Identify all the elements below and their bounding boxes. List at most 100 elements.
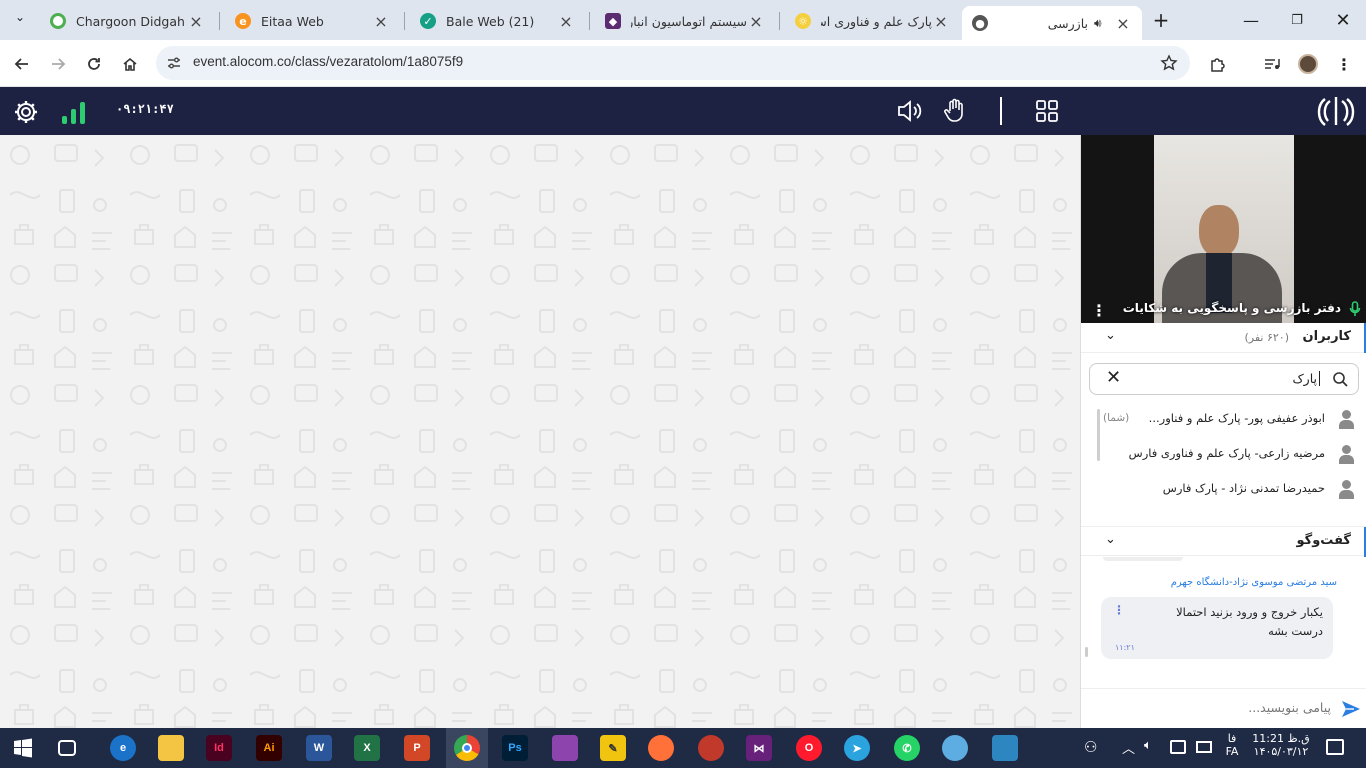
layout-button[interactable]: [1036, 100, 1058, 125]
windows-start-icon[interactable]: [10, 735, 36, 761]
gear-icon: [15, 101, 37, 123]
tab-chargoon[interactable]: Chargoon Didgah ×: [40, 6, 215, 36]
notifications-icon[interactable]: [1326, 739, 1344, 755]
list-item[interactable]: حمیدرضا تمدنی نژاد - پارک فارس: [1081, 473, 1361, 507]
back-button[interactable]: [10, 52, 34, 76]
users-section-header[interactable]: ⌄ کاربران (۶۲۰ نفر): [1081, 323, 1366, 353]
language-indicator[interactable]: فا FA: [1222, 732, 1242, 758]
close-icon[interactable]: ×: [1114, 14, 1132, 33]
send-icon[interactable]: [1341, 699, 1361, 719]
tab-automation[interactable]: ◆ سیستم اتوماسیون انبار ×: [595, 6, 775, 36]
tool-icon[interactable]: ✎: [600, 735, 626, 761]
indesign-icon[interactable]: Id: [206, 735, 232, 761]
close-window-button[interactable]: ✕: [1320, 8, 1366, 34]
omnibox[interactable]: event.alocom.co/class/vezaratolom/1a8075…: [156, 46, 1190, 80]
tab-label: بازرسی: [1047, 15, 1088, 31]
user-name: ابوذر عفیفی پور- پارک علم و فناور...: [1148, 411, 1325, 425]
whiteboard-area[interactable]: [0, 135, 1080, 728]
firefox-icon[interactable]: [648, 735, 674, 761]
chrome-icon[interactable]: [454, 735, 480, 761]
raise-hand-button[interactable]: [942, 98, 968, 127]
list-item[interactable]: مرضیه زارعی- پارک علم و فناوری فارس: [1081, 438, 1361, 472]
chevron-up-icon[interactable]: ︿: [1122, 738, 1135, 757]
list-item[interactable]: (شما) ابوذر عفیفی پور- پارک علم و فناور.…: [1081, 403, 1361, 437]
edge-icon[interactable]: e: [110, 735, 136, 761]
battery-icon[interactable]: [1196, 741, 1212, 753]
extensions-button[interactable]: [1206, 52, 1230, 76]
message-sender: سید مرتضی موسوی نژاد-دانشگاه جهرم: [1170, 577, 1337, 588]
opera-icon[interactable]: O: [796, 735, 822, 761]
file-explorer-icon[interactable]: [158, 735, 184, 761]
network-icon[interactable]: [1170, 740, 1186, 754]
star-icon[interactable]: [1160, 54, 1178, 72]
tab-park[interactable]: ☼ پارک علم و فناوری اس... ×: [785, 6, 960, 36]
tab-eitaa[interactable]: e Eitaa Web ×: [225, 6, 400, 36]
tab-bazresi[interactable]: ● بازرسی 🔊︎ ×: [962, 6, 1142, 40]
settings-button[interactable]: [12, 98, 40, 129]
winrar-icon[interactable]: [552, 735, 578, 761]
microphone-icon: [1349, 301, 1361, 316]
excel-icon[interactable]: X: [354, 735, 380, 761]
powerpoint-icon[interactable]: P: [404, 735, 430, 761]
home-button[interactable]: [118, 52, 142, 76]
reload-button[interactable]: [82, 52, 106, 76]
clear-search-button[interactable]: ✕: [1106, 367, 1121, 388]
chevron-down-icon[interactable]: ⌄: [1105, 532, 1116, 547]
taskbar: e Id Ai W X P Ps ✎ ⋈ O ➤ ✆ ⚇ ︿ 🔈︎ فا FA …: [0, 728, 1366, 768]
restore-button[interactable]: ❐: [1274, 8, 1320, 34]
word-icon[interactable]: W: [306, 735, 332, 761]
reload-icon: [88, 58, 100, 70]
visual-studio-icon[interactable]: ⋈: [746, 735, 772, 761]
minimize-button[interactable]: —: [1228, 8, 1274, 34]
chat-section-header[interactable]: ⌄ گفت‌وگو: [1081, 526, 1366, 557]
message-time: ۱۱:۲۱: [1115, 643, 1135, 652]
tab-bale[interactable]: ✓ Bale Web (21) ×: [410, 6, 585, 36]
globe-icon: ●: [972, 15, 988, 31]
arrow-right-icon: [52, 58, 66, 70]
message-bubble[interactable]: ⋮ یکبار خروج و ورود بزنید احتمالا درست ب…: [1101, 597, 1333, 659]
illustrator-icon[interactable]: Ai: [256, 735, 282, 761]
volume-button[interactable]: [896, 98, 924, 127]
tab-label: Eitaa Web: [261, 13, 324, 29]
users-search-box[interactable]: ✕ پارک: [1089, 363, 1359, 395]
hand-icon: [944, 98, 963, 122]
user-icon: [1339, 445, 1354, 465]
app-icon: ◆: [605, 13, 621, 29]
clock-date: ۱۴۰۵/۰۳/۱۲: [1253, 745, 1309, 758]
user-name: حمیدرضا تمدنی نژاد - پارک فارس: [1162, 481, 1325, 495]
clock[interactable]: ق.ظ 11:21 ۱۴۰۵/۰۳/۱۲: [1252, 732, 1310, 758]
people-icon[interactable]: ⚇: [1084, 738, 1097, 756]
users-search-input[interactable]: پارک: [1292, 371, 1320, 386]
user-icon: [1339, 410, 1354, 430]
users-count: (۶۲۰ نفر): [1244, 331, 1289, 344]
tab-search-button[interactable]: ⌄: [8, 10, 32, 32]
message-text-line1: یکبار خروج و ورود بزنید احتمالا: [1176, 605, 1323, 619]
app-icon[interactable]: [698, 735, 724, 761]
profile-avatar[interactable]: [1296, 52, 1320, 76]
tile-menu-icon[interactable]: ⋮: [1091, 301, 1107, 320]
close-icon[interactable]: ×: [747, 12, 765, 31]
app2-icon[interactable]: [942, 735, 968, 761]
photoshop-icon[interactable]: Ps: [502, 735, 528, 761]
chat-input[interactable]: پیامی بنویسید...: [1248, 700, 1331, 715]
users-title: کاربران: [1302, 329, 1351, 344]
whatsapp-icon[interactable]: ✆: [894, 735, 920, 761]
speaker-icon[interactable]: 🔈︎: [1144, 738, 1152, 753]
speaker-icon[interactable]: 🔊︎: [1094, 16, 1110, 31]
video-tile[interactable]: ⋮ دفتر بازرسی و پاسخگویی به شکایات: [1081, 135, 1366, 323]
close-icon[interactable]: ×: [932, 12, 950, 31]
chat-scrollbar[interactable]: [1085, 647, 1088, 657]
telegram-icon[interactable]: ➤: [844, 735, 870, 761]
new-tab-button[interactable]: +: [1148, 8, 1174, 34]
message-menu-icon[interactable]: ⋮: [1113, 603, 1125, 617]
close-icon[interactable]: ×: [557, 12, 575, 31]
chevron-down-icon[interactable]: ⌄: [1105, 328, 1116, 343]
menu-button[interactable]: ⋮: [1332, 52, 1356, 76]
arrow-left-icon: [14, 58, 28, 70]
forward-button[interactable]: [46, 52, 70, 76]
task-view-icon[interactable]: [58, 740, 76, 756]
close-icon[interactable]: ×: [372, 12, 390, 31]
media-button[interactable]: [1260, 52, 1284, 76]
app3-icon[interactable]: [992, 735, 1018, 761]
close-icon[interactable]: ×: [187, 12, 205, 31]
